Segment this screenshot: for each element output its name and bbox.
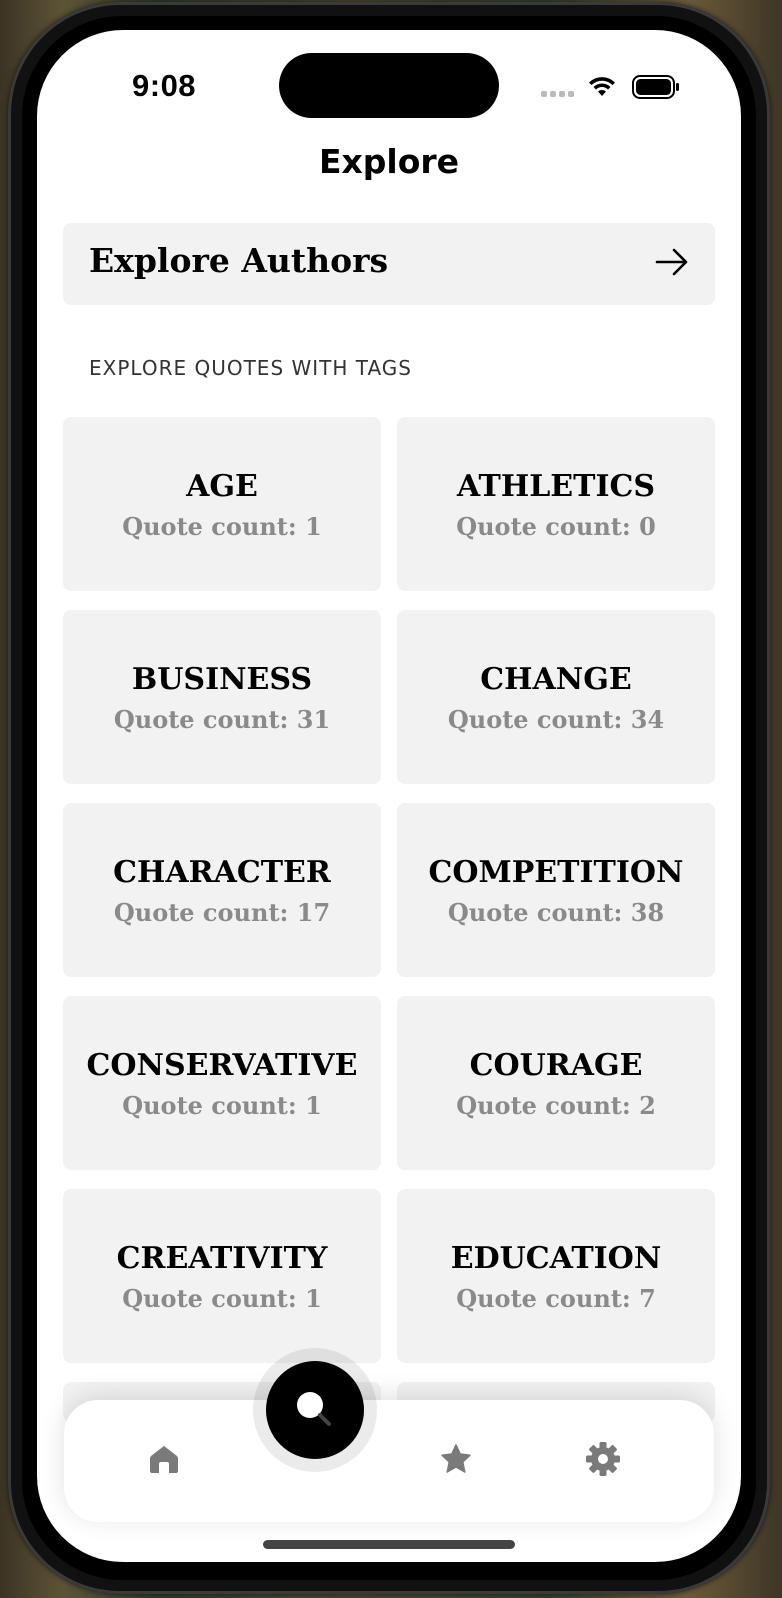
tag-quote-count: Quote count: 7 xyxy=(456,1284,656,1313)
dynamic-island xyxy=(279,53,499,118)
search-icon xyxy=(297,1392,331,1426)
tag-tile-courage[interactable]: COURAGE Quote count: 2 xyxy=(397,996,715,1170)
tag-name: CHANGE xyxy=(480,662,632,697)
tag-name: CHARACTER xyxy=(113,855,331,890)
gear-icon[interactable] xyxy=(585,1441,621,1477)
battery-icon xyxy=(632,75,679,99)
tag-name: BUSINESS xyxy=(131,662,313,697)
tag-name: ATHLETICS xyxy=(456,469,656,504)
tag-quote-count: Quote count: 0 xyxy=(456,512,656,541)
tag-quote-count: Quote count: 17 xyxy=(113,898,331,927)
tag-tile-competition[interactable]: COMPETITION Quote count: 38 xyxy=(397,803,715,977)
tag-quote-count: Quote count: 1 xyxy=(122,1091,322,1120)
tag-tile-change[interactable]: CHANGE Quote count: 34 xyxy=(397,610,715,784)
tags-section-label: EXPLORE QUOTES WITH TAGS xyxy=(89,356,412,380)
explore-authors-label: Explore Authors xyxy=(89,241,389,280)
status-bar: 9:08 xyxy=(37,30,741,140)
tag-quote-count: Quote count: 38 xyxy=(447,898,665,927)
tag-tile-athletics[interactable]: ATHLETICS Quote count: 0 xyxy=(397,417,715,591)
star-icon[interactable] xyxy=(440,1443,472,1475)
arrow-right-icon xyxy=(655,248,688,276)
tag-quote-count: Quote count: 31 xyxy=(113,705,331,734)
explore-authors-button[interactable]: Explore Authors xyxy=(63,223,715,305)
tag-tile-business[interactable]: BUSINESS Quote count: 31 xyxy=(63,610,381,784)
wifi-icon xyxy=(589,77,615,96)
status-time: 9:08 xyxy=(132,68,197,103)
tag-tile-creativity[interactable]: CREATIVITY Quote count: 1 xyxy=(63,1189,381,1363)
tag-name: CONSERVATIVE xyxy=(86,1048,358,1083)
tag-name: COMPETITION xyxy=(428,855,684,890)
tag-name: AGE xyxy=(186,469,258,504)
tag-name: CREATIVITY xyxy=(116,1241,328,1276)
app-screen: 9:08 Explore Explore Authors EXPLORE QUO… xyxy=(37,30,741,1562)
tag-name: COURAGE xyxy=(469,1048,643,1083)
home-icon[interactable] xyxy=(149,1444,179,1474)
tags-grid: AGE Quote count: 1 ATHLETICS Quote count… xyxy=(63,417,715,1422)
tag-quote-count: Quote count: 1 xyxy=(122,1284,322,1313)
tag-tile-character[interactable]: CHARACTER Quote count: 17 xyxy=(63,803,381,977)
tag-tile-education[interactable]: EDUCATION Quote count: 7 xyxy=(397,1189,715,1363)
tag-quote-count: Quote count: 1 xyxy=(122,512,322,541)
tag-name: EDUCATION xyxy=(450,1241,662,1276)
page-title: Explore xyxy=(318,142,460,181)
tag-quote-count: Quote count: 34 xyxy=(447,705,665,734)
bottom-tab-bar xyxy=(64,1400,714,1522)
tag-quote-count: Quote count: 2 xyxy=(456,1091,656,1120)
tag-tile-age[interactable]: AGE Quote count: 1 xyxy=(63,417,381,591)
tag-tile-conservative[interactable]: CONSERVATIVE Quote count: 1 xyxy=(63,996,381,1170)
cellular-signal-icon xyxy=(541,91,574,97)
search-tab-button[interactable] xyxy=(266,1361,364,1459)
home-indicator xyxy=(263,1540,515,1549)
